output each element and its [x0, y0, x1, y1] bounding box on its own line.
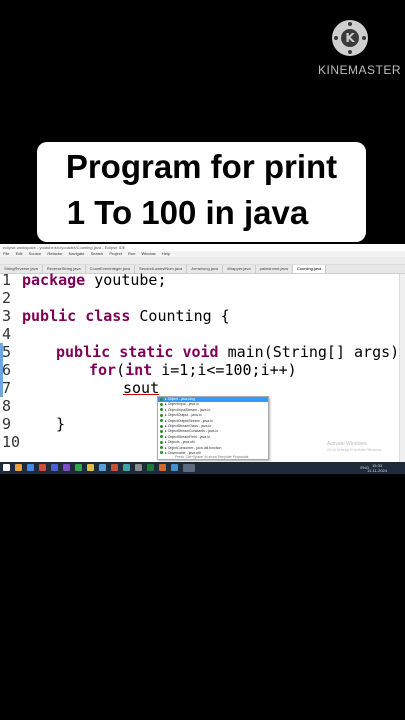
logo-letter: K: [341, 29, 359, 47]
tab-palindrome[interactable]: palindrome.java: [256, 265, 293, 273]
autocomplete-footer: Press 'Ctrl+Space' to show Template Prop…: [175, 455, 249, 459]
menu-source[interactable]: Source: [29, 251, 42, 256]
autocomplete-popup: ▸ Object - java.lang ▸ ObjectInput - jav…: [157, 396, 269, 460]
class-icon: [160, 429, 163, 433]
app-icon[interactable]: [135, 464, 142, 471]
change-marker: [0, 343, 3, 361]
app-icon[interactable]: [87, 464, 94, 471]
app-icon[interactable]: [171, 464, 178, 471]
window-title: eclipse-workspace - youtube/src/youtube/…: [0, 244, 405, 251]
code-line-sout: sout: [123, 379, 160, 397]
app-icon[interactable]: [99, 464, 106, 471]
app-icon[interactable]: [123, 464, 130, 471]
clock[interactable]: 15:33 11-11-2024: [367, 463, 387, 473]
menu-project[interactable]: Project: [109, 251, 121, 256]
eclipse-icon[interactable]: [63, 464, 70, 471]
menu-search[interactable]: Search: [91, 251, 104, 256]
activate-windows-notice: Activate Windows Go to Settings to activ…: [327, 441, 383, 452]
class-icon: [160, 402, 163, 406]
class-icon: [160, 446, 163, 450]
title-card: Program for print 1 To 100 in java: [37, 142, 366, 242]
code-line-class: public class Counting {: [22, 307, 230, 325]
app-icon[interactable]: [75, 464, 82, 471]
code-line-close-brace: }: [56, 415, 66, 433]
line-number: 1: [2, 271, 12, 289]
title-line-2: 1 To 100 in java: [66, 194, 309, 231]
watermark-text: KINEMASTER: [318, 63, 402, 77]
menu-refactor[interactable]: Refactor: [47, 251, 62, 256]
code-line-for: for(int i=1;i<=100;i++): [89, 361, 297, 379]
code-line-main: public static void main(String[] args) {: [56, 343, 405, 361]
search-icon[interactable]: [183, 464, 195, 472]
edge-icon[interactable]: [27, 464, 34, 471]
class-icon: [160, 440, 163, 444]
app-icon[interactable]: [159, 464, 166, 471]
editor-scrollbar[interactable]: [399, 274, 405, 462]
toolbar: [0, 257, 405, 265]
class-icon: [160, 435, 163, 439]
class-icon: [160, 408, 163, 412]
class-icon: [160, 397, 163, 401]
line-number: 5: [2, 343, 12, 361]
tab-wrapper[interactable]: Wrapper.java: [223, 265, 256, 273]
line-number: 7: [2, 379, 12, 397]
line-number: 2: [2, 289, 12, 307]
chrome-icon[interactable]: [39, 464, 46, 471]
line-number: 8: [2, 397, 12, 415]
app-icon[interactable]: [147, 464, 154, 471]
title-line-1: Program for print: [65, 148, 338, 185]
line-number: 9: [2, 415, 12, 433]
class-icon: [160, 413, 163, 417]
tab-counting[interactable]: Counting.java: [292, 265, 327, 273]
menu-help[interactable]: Help: [162, 251, 170, 256]
class-icon: [160, 424, 163, 428]
line-number: 4: [2, 325, 12, 343]
class-icon: [160, 419, 163, 423]
class-icon: [160, 451, 163, 455]
taskbar: ENG 15:33 11-11-2024: [0, 462, 405, 474]
line-number: 6: [2, 361, 12, 379]
app-icon[interactable]: [51, 464, 58, 471]
tab-armstrong[interactable]: Armstrong.java: [187, 265, 224, 273]
menu-edit[interactable]: Edit: [16, 251, 23, 256]
menu-navigate[interactable]: Navigate: [69, 251, 85, 256]
kinemaster-logo-icon: K: [332, 20, 368, 56]
menu-window[interactable]: Window: [141, 251, 155, 256]
app-icon[interactable]: [111, 464, 118, 471]
windows-start-icon[interactable]: [3, 464, 10, 471]
file-explorer-icon[interactable]: [15, 464, 22, 471]
menu-file[interactable]: File: [3, 251, 9, 256]
change-marker: [0, 361, 3, 379]
line-number: 3: [2, 307, 12, 325]
menu-run[interactable]: Run: [128, 251, 135, 256]
code-line-package: package youtube;: [22, 271, 167, 289]
line-number: 10: [2, 433, 21, 451]
change-marker: [0, 379, 3, 397]
